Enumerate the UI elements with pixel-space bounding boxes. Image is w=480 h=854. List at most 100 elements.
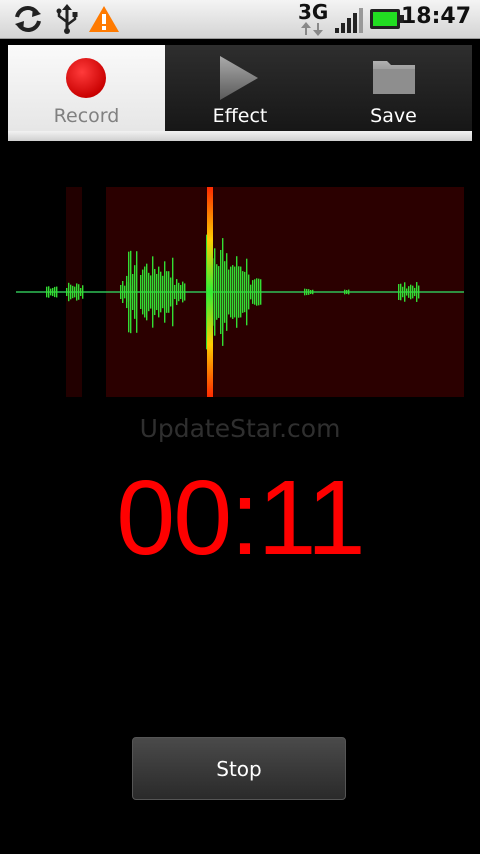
waveform-bar bbox=[304, 288, 306, 296]
signal-icon bbox=[335, 8, 363, 33]
waveform-bar bbox=[142, 269, 144, 315]
waveform-bar bbox=[230, 266, 232, 318]
tab-effect[interactable]: Effect bbox=[165, 45, 315, 131]
waveform-bar bbox=[418, 285, 420, 299]
battery-icon bbox=[370, 9, 404, 29]
tab-bar: Record Effect Save bbox=[8, 45, 472, 141]
waveform-peak bbox=[207, 187, 213, 397]
waveform-bar bbox=[136, 251, 138, 333]
waveform-bar bbox=[346, 290, 348, 294]
waveform-bar bbox=[128, 251, 130, 333]
waveform-bar bbox=[348, 289, 350, 295]
waveform-bar bbox=[178, 282, 180, 302]
network-type: 3G bbox=[298, 0, 329, 24]
tab-save[interactable]: Save bbox=[315, 45, 472, 131]
waveform-bar bbox=[70, 284, 72, 300]
waveform-bar bbox=[166, 271, 168, 313]
waveform-bar bbox=[164, 261, 166, 323]
waveform-bar bbox=[344, 289, 346, 295]
waveform-bar bbox=[148, 272, 150, 312]
clock: 18:47 bbox=[400, 4, 471, 29]
waveform-bar bbox=[252, 280, 254, 304]
waveform-bar bbox=[172, 257, 174, 327]
waveform-bar bbox=[224, 261, 226, 323]
waveform-bar bbox=[174, 284, 176, 300]
waveform-bar bbox=[50, 288, 52, 296]
record-icon bbox=[66, 58, 106, 98]
waveform-bar bbox=[240, 266, 242, 318]
waveform-bar bbox=[72, 285, 74, 299]
waveform-bar bbox=[46, 286, 48, 298]
waveform-bar bbox=[226, 253, 228, 331]
waveform-bar bbox=[256, 278, 258, 306]
waveform-bar bbox=[312, 289, 314, 295]
waveform-bar bbox=[82, 285, 84, 299]
waveform-bar bbox=[250, 284, 252, 300]
waveform-bar bbox=[234, 266, 236, 318]
waveform-bar bbox=[242, 271, 244, 313]
waveform-bar bbox=[222, 238, 224, 346]
waveform-bar bbox=[184, 283, 186, 301]
waveform-bar bbox=[170, 277, 172, 307]
waveform-bar bbox=[248, 274, 250, 310]
waveform-bar bbox=[144, 266, 146, 318]
waveform-bar bbox=[306, 288, 308, 296]
waveform-bar bbox=[140, 274, 142, 310]
waveform-bar bbox=[160, 271, 162, 313]
waveform-bar bbox=[406, 288, 408, 296]
tab-record-label: Record bbox=[53, 105, 120, 127]
waveform-bar bbox=[244, 271, 246, 313]
waveform-bar bbox=[216, 264, 218, 320]
tab-indicator bbox=[8, 131, 472, 141]
waveform-bar bbox=[236, 256, 238, 328]
waveform-display bbox=[16, 187, 464, 397]
watermark-text: UpdateStar.com bbox=[139, 414, 341, 443]
stop-button[interactable]: Stop bbox=[132, 737, 346, 800]
waveform-bar bbox=[66, 287, 68, 297]
data-arrows-icon bbox=[301, 22, 323, 36]
waveform-bar bbox=[398, 284, 400, 300]
waveform-bar bbox=[168, 271, 170, 313]
play-icon bbox=[220, 56, 258, 100]
waveform-bar bbox=[246, 258, 248, 326]
waveform-bar bbox=[48, 286, 50, 298]
waveform-bar bbox=[404, 282, 406, 302]
waveform-bar bbox=[408, 286, 410, 298]
waveform-bar bbox=[126, 275, 128, 309]
waveform-bar bbox=[410, 284, 412, 300]
waveform-bar bbox=[74, 286, 76, 298]
waveform-bar bbox=[402, 286, 404, 298]
waveform-bar bbox=[400, 283, 402, 301]
waveform-bar bbox=[120, 284, 122, 300]
sync-icon bbox=[15, 6, 41, 32]
waveform-bar bbox=[54, 286, 56, 298]
status-bar: 3G 18:47 bbox=[0, 0, 480, 39]
waveform-bar bbox=[416, 282, 418, 302]
waveform-bar bbox=[228, 269, 230, 315]
waveform-bar bbox=[124, 285, 126, 299]
waveform-bar bbox=[218, 266, 220, 318]
warning-icon bbox=[89, 6, 119, 32]
waveform-bar bbox=[232, 265, 234, 319]
waveform-bar bbox=[310, 290, 312, 294]
waveform-bar bbox=[412, 285, 414, 299]
waveform-bar bbox=[122, 280, 124, 304]
waveform-bar bbox=[68, 282, 70, 302]
waveform-bar bbox=[254, 279, 256, 305]
tab-save-label: Save bbox=[370, 105, 417, 127]
waveform-bar bbox=[214, 248, 216, 336]
waveform-bar bbox=[176, 279, 178, 305]
waveform-bar bbox=[220, 249, 222, 335]
folder-icon bbox=[373, 61, 415, 94]
waveform-bar bbox=[76, 283, 78, 301]
waveform-bar bbox=[414, 287, 416, 297]
waveform-bar bbox=[182, 281, 184, 303]
waveform-bar bbox=[56, 286, 58, 298]
waveform-bar bbox=[258, 278, 260, 306]
waveform-bar bbox=[152, 256, 154, 328]
waveform-bar bbox=[150, 275, 152, 309]
tab-record[interactable]: Record bbox=[8, 45, 165, 131]
recording-timer: 00:11 bbox=[116, 459, 365, 577]
waveform-bar bbox=[132, 274, 134, 310]
waveform-bar bbox=[156, 273, 158, 311]
